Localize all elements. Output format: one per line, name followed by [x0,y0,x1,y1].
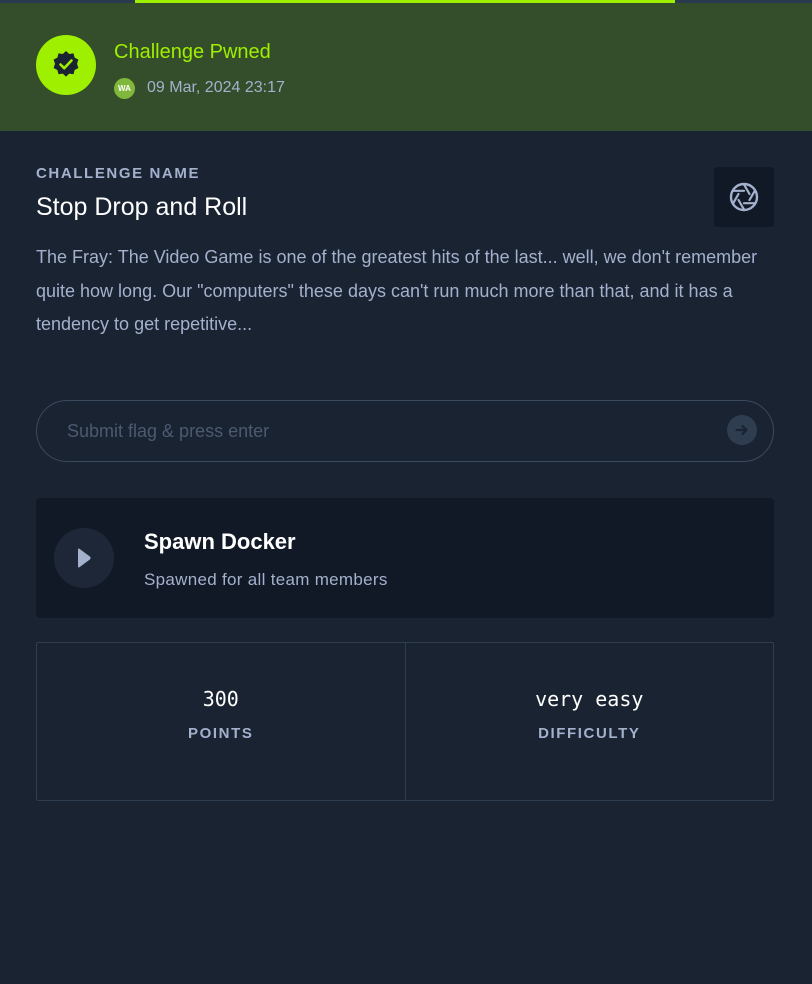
difficulty-stat: very easy DIFFICULTY [404,643,774,800]
points-stat: 300 POINTS [37,643,405,800]
spawn-docker-card[interactable]: Spawn Docker Spawned for all team member… [36,498,774,618]
difficulty-label: DIFFICULTY [538,725,641,742]
flag-field [36,400,774,462]
submit-flag-button[interactable] [727,415,757,445]
pwned-title: Challenge Pwned [114,41,271,63]
category-button[interactable] [714,167,774,227]
arrow-right-icon [735,424,748,436]
user-avatar[interactable]: WA [114,78,135,99]
spawn-docker-subtitle: Spawned for all team members [144,570,388,589]
verified-check-icon [36,35,96,95]
shutter-icon [729,182,759,212]
pwned-banner: Challenge Pwned WA 09 Mar, 2024 23:17 [0,3,812,131]
challenge-description: The Fray: The Video Game is one of the g… [36,247,758,334]
spawn-docker-title: Spawn Docker [144,529,296,554]
challenge-panel: Challenge Pwned WA 09 Mar, 2024 23:17 CH… [0,0,812,984]
play-icon [78,548,91,568]
points-label: POINTS [188,725,254,742]
pwned-date: 09 Mar, 2024 23:17 [147,79,285,96]
challenge-name-label: CHALLENGE NAME [36,165,201,182]
spawn-docker-button[interactable] [54,528,114,588]
challenge-name: Stop Drop and Roll [36,193,248,221]
flag-input[interactable] [67,401,707,461]
points-value: 300 [202,687,239,711]
difficulty-value: very easy [535,687,644,711]
challenge-stats: 300 POINTS very easy DIFFICULTY [36,642,774,801]
